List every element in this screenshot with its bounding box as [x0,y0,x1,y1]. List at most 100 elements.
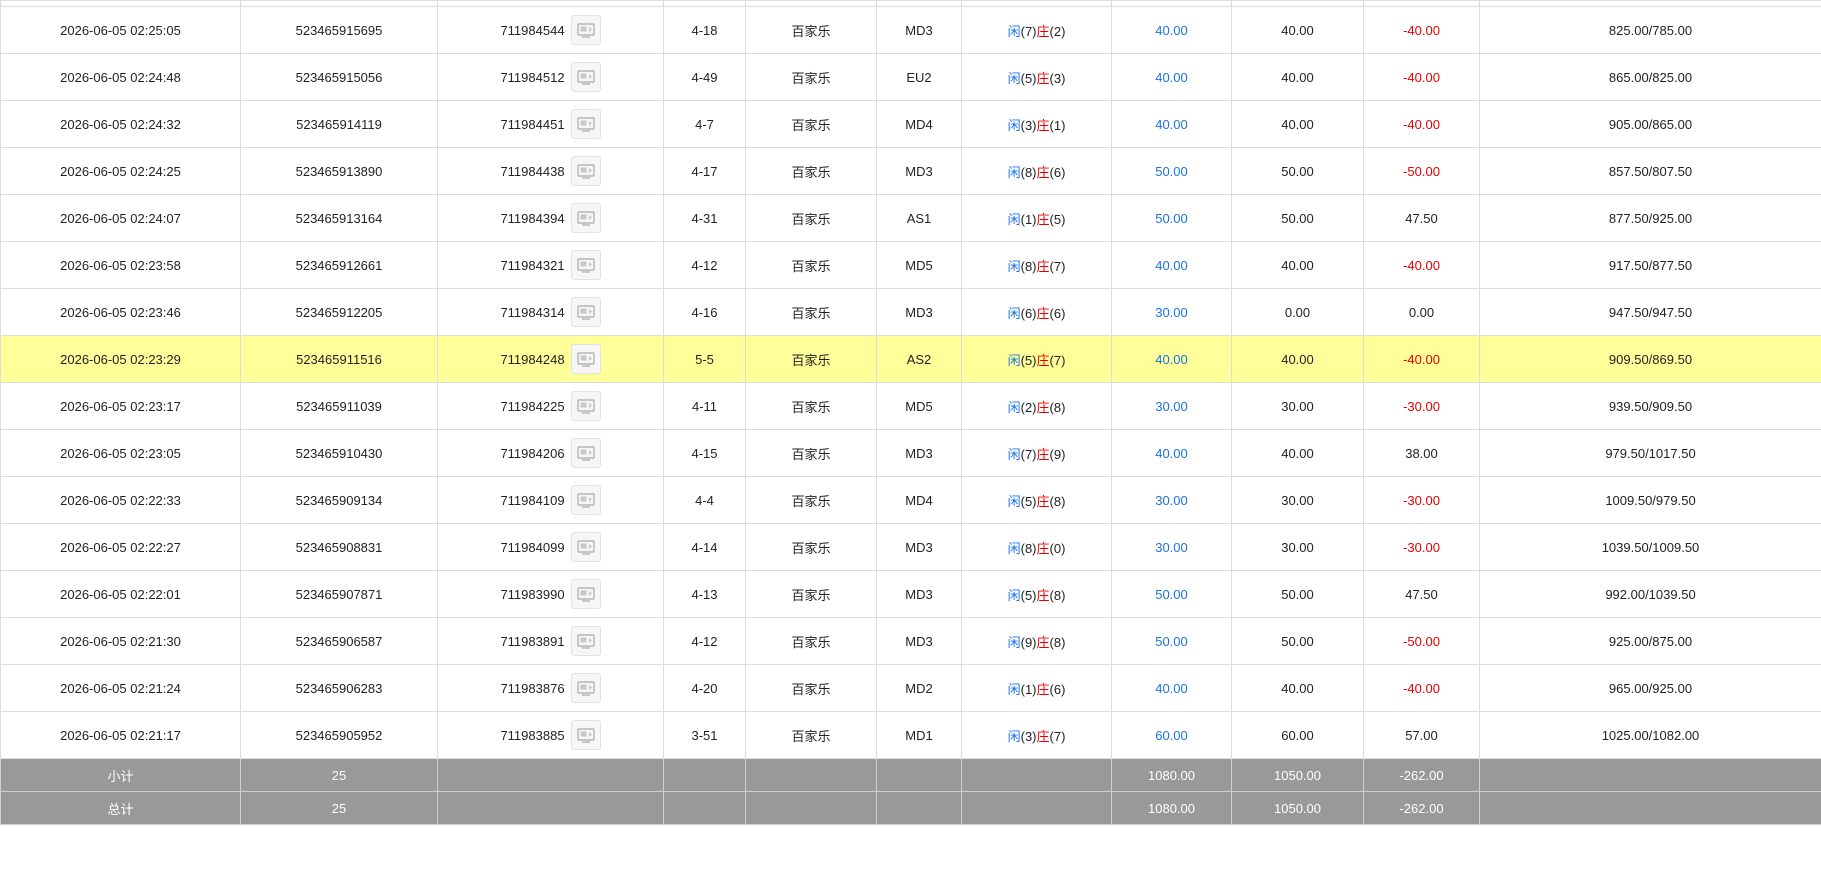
records-body: 2026-06-05 02:25:05 523465915695 711984544… [0,0,1821,759]
table-row[interactable]: 2026-06-05 02:24:48 523465915056 711984512… [0,53,1821,101]
game-type: 百家乐 [745,617,877,665]
replay-detail-icon[interactable] [570,579,601,609]
game-type: 百家乐 [745,53,877,101]
game-result: 闲(3)庄(1) [961,100,1112,148]
bet-time: 2026-06-05 02:24:25 [0,147,241,195]
valid-bet: 30.00 [1231,523,1364,571]
banker-label: 庄 [1036,540,1050,556]
bet-amount: 50.00 [1111,617,1232,665]
table-row[interactable]: 2026-06-05 02:23:58 523465912661 711984321… [0,241,1821,289]
replay-detail-icon[interactable] [570,109,601,139]
player-label: 闲 [1007,587,1021,603]
valid-bet: 60.00 [1231,711,1364,759]
balance-change: 925.00/875.00 [1479,617,1821,665]
player-score: (8) [1020,164,1037,180]
valid-bet: 40.00 [1231,664,1364,712]
table-row[interactable]: 2026-06-05 02:21:30 523465906587 711983891… [0,617,1821,665]
subtotal-win: -262.00 [1363,758,1480,792]
table-row[interactable]: 2026-06-05 02:24:07 523465913164 711984394… [0,194,1821,242]
bet-amount: 40.00 [1111,429,1232,477]
banker-label: 庄 [1036,352,1050,368]
table-code: AS1 [876,194,962,242]
game-id-wrap: 711984099 [500,532,601,562]
replay-detail-icon[interactable] [570,673,601,703]
balance-change: 917.50/877.50 [1479,241,1821,289]
valid-bet: 50.00 [1231,147,1364,195]
game-result: 闲(8)庄(6) [961,147,1112,195]
round-no: 4-11 [663,382,746,430]
game-id-wrap: 711984248 [500,344,601,374]
game-id-wrap: 711984321 [500,250,601,280]
table-code: MD3 [876,288,962,336]
replay-detail-icon[interactable] [570,720,601,750]
game-result: 闲(6)庄(6) [961,288,1112,336]
player-label: 闲 [1007,728,1021,744]
replay-detail-icon[interactable] [570,391,601,421]
replay-detail-icon[interactable] [570,250,601,280]
table-row[interactable]: 2026-06-05 02:22:01 523465907871 711983990… [0,570,1821,618]
game-id: 711983990 [500,586,565,602]
game-id: 711983891 [500,633,565,649]
table-row[interactable]: 2026-06-05 02:24:25 523465913890 711984438… [0,147,1821,195]
subtotal-label: 小计 [0,758,241,792]
round-no: 4-20 [663,664,746,712]
banker-label: 庄 [1036,681,1050,697]
table-row[interactable]: 2026-06-05 02:23:46 523465912205 711984314… [0,288,1821,336]
balance-change: 1039.50/1009.50 [1479,523,1821,571]
table-row[interactable]: 2026-06-05 02:23:05 523465910430 711984206… [0,429,1821,477]
replay-detail-icon[interactable] [570,297,601,327]
round-no: 4-12 [663,241,746,289]
player-label: 闲 [1007,540,1021,556]
table-row[interactable]: 2026-06-05 02:21:17 523465905952 711983885… [0,711,1821,759]
game-result: 闲(3)庄(7) [961,711,1112,759]
player-score: (1) [1020,211,1037,227]
replay-detail-icon[interactable] [570,203,601,233]
table-row[interactable]: 2026-06-05 02:23:29 523465911516 711984248… [0,335,1821,383]
table-row[interactable]: 2026-06-05 02:24:32 523465914119 711984451… [0,100,1821,148]
win-loss: -40.00 [1363,241,1480,289]
balance-change: 865.00/825.00 [1479,53,1821,101]
game-id: 711984321 [500,257,565,273]
table-row[interactable]: 2026-06-05 02:22:33 523465909134 711984109… [0,476,1821,524]
total-bet: 1080.00 [1111,791,1232,825]
replay-detail-icon[interactable] [570,438,601,468]
table-row[interactable]: 2026-06-05 02:21:24 523465906283 711983876… [0,664,1821,712]
bet-id: 523465915695 [240,6,438,54]
game-id-cell: 711984109 [437,476,664,524]
game-id-wrap: 711984109 [500,485,601,515]
bet-id: 523465912205 [240,288,438,336]
round-no: 4-16 [663,288,746,336]
game-result: 闲(5)庄(3) [961,53,1112,101]
game-id: 711983885 [500,727,565,743]
game-type: 百家乐 [745,664,877,712]
valid-bet: 40.00 [1231,335,1364,383]
replay-detail-icon[interactable] [570,626,601,656]
replay-detail-icon[interactable] [570,15,601,45]
win-loss: 38.00 [1363,429,1480,477]
player-score: (2) [1020,399,1037,415]
table-row[interactable]: 2026-06-05 02:25:05 523465915695 711984544… [0,6,1821,54]
game-id-wrap: 711984206 [500,438,601,468]
replay-detail-icon[interactable] [570,62,601,92]
replay-detail-icon[interactable] [570,532,601,562]
game-id-cell: 711984394 [437,194,664,242]
game-id-wrap: 711984438 [500,156,601,186]
valid-bet: 40.00 [1231,6,1364,54]
player-label: 闲 [1007,164,1021,180]
banker-score: (2) [1049,23,1066,39]
game-type: 百家乐 [745,147,877,195]
banker-label: 庄 [1036,728,1050,744]
replay-detail-icon[interactable] [570,156,601,186]
banker-score: (7) [1049,728,1066,744]
table-code: EU2 [876,53,962,101]
player-label: 闲 [1007,446,1021,462]
table-row[interactable]: 2026-06-05 02:22:27 523465908831 711984099… [0,523,1821,571]
game-id: 711984314 [500,304,565,320]
game-id-wrap: 711983876 [500,673,601,703]
replay-detail-icon[interactable] [570,344,601,374]
player-score: (7) [1020,446,1037,462]
game-type: 百家乐 [745,711,877,759]
replay-detail-icon[interactable] [570,485,601,515]
valid-bet: 40.00 [1231,53,1364,101]
table-row[interactable]: 2026-06-05 02:23:17 523465911039 711984225… [0,382,1821,430]
